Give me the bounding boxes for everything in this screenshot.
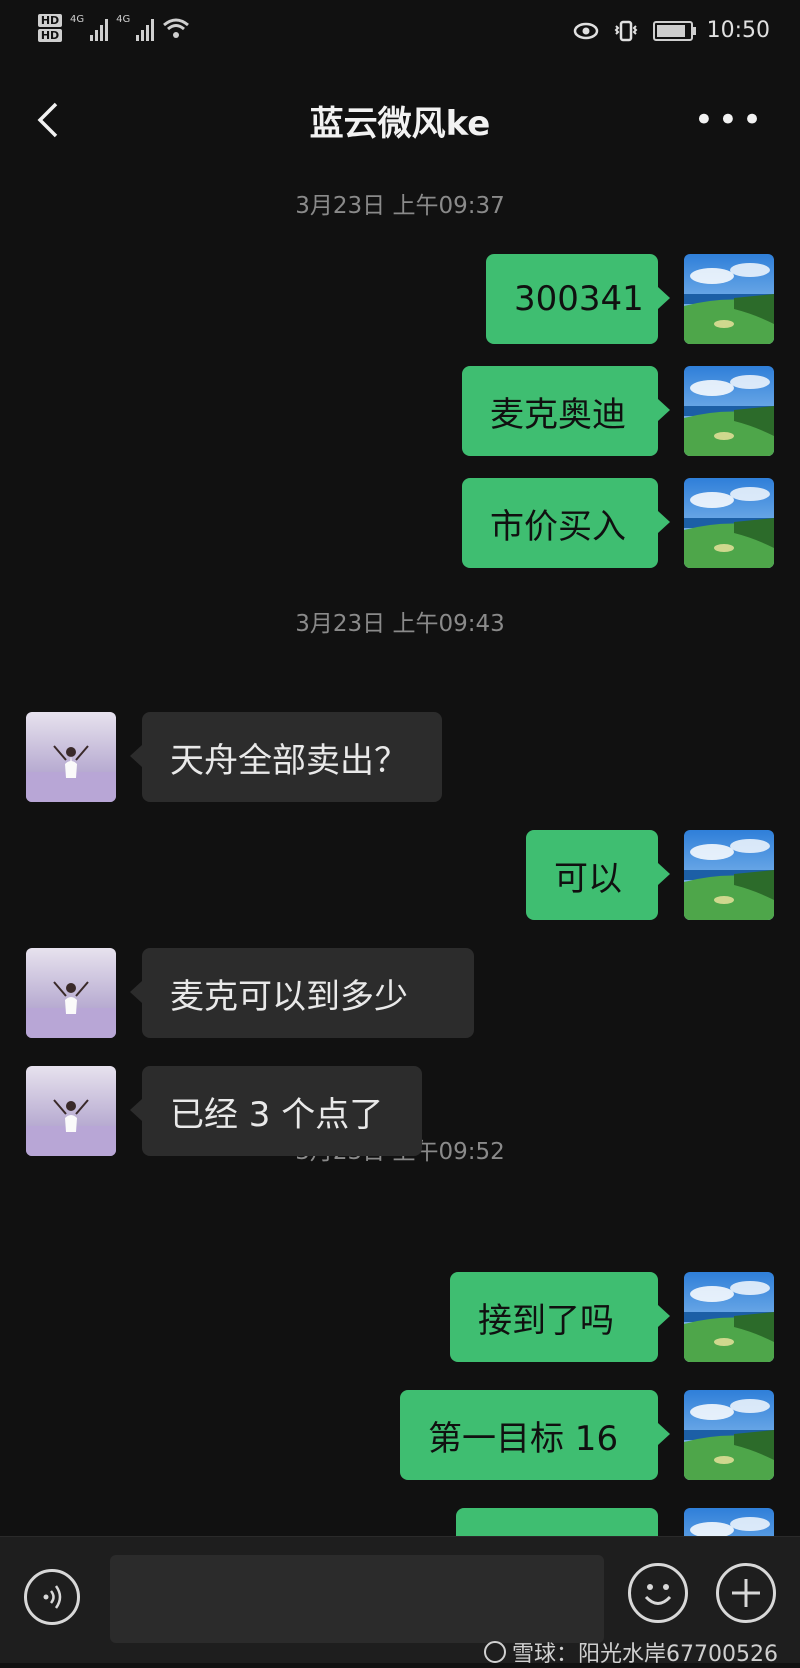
message-bubble-received[interactable]: 已经 3 个点了 bbox=[130, 1066, 422, 1156]
message-text: 300341 bbox=[514, 279, 644, 319]
message-timestamp: 3月23日 上午09:43 bbox=[295, 611, 505, 637]
avatar-self[interactable] bbox=[684, 366, 774, 456]
message-row: 麦克可以到多少 bbox=[0, 948, 800, 1040]
status-right: 10:50 bbox=[573, 18, 770, 43]
eye-icon bbox=[573, 22, 598, 39]
watermark: 雪球：阳光水岸67700526 bbox=[484, 1636, 778, 1668]
more-functions-button[interactable] bbox=[716, 1563, 776, 1623]
message-row: 市价买入 bbox=[0, 478, 800, 570]
hd-badges: HD HD bbox=[38, 14, 62, 42]
chat-title: 蓝云微风ke bbox=[309, 104, 491, 144]
message-row: 已经 3 个点了 bbox=[0, 1066, 800, 1158]
message-text: 麦克奥迪 bbox=[490, 394, 626, 435]
vibrate-icon bbox=[614, 20, 638, 41]
message-bubble-sent[interactable]: 第一目标 16 bbox=[400, 1390, 670, 1480]
message-text: 麦克可以到多少 bbox=[170, 976, 408, 1017]
signal-icon bbox=[90, 15, 109, 41]
message-bubble-received[interactable]: 麦克可以到多少 bbox=[130, 948, 474, 1038]
message-text: 已经 3 个点了 bbox=[170, 1094, 384, 1135]
avatar-self[interactable] bbox=[684, 1272, 774, 1362]
message-text: 可以 bbox=[554, 858, 622, 899]
more-options-icon[interactable]: ••• bbox=[694, 103, 766, 137]
message-row: 300341 bbox=[0, 254, 800, 346]
voice-input-button[interactable] bbox=[24, 1569, 80, 1625]
hd-badge-1: HD bbox=[38, 14, 62, 27]
message-bubble-sent[interactable]: 市价买入 bbox=[462, 478, 670, 568]
snowball-logo-icon bbox=[484, 1641, 507, 1663]
message-row: 麦克奥迪 bbox=[0, 366, 800, 458]
plus-icon bbox=[732, 1579, 760, 1607]
message-bubble-sent[interactable]: 可以 bbox=[526, 830, 670, 920]
clock: 10:50 bbox=[706, 18, 770, 43]
message-timestamp: 3月23日 上午09:37 bbox=[295, 193, 505, 219]
message-text: 第一目标 16 bbox=[428, 1418, 619, 1459]
message-bubble-sent[interactable]: 接到了吗 bbox=[450, 1272, 670, 1362]
voice-icon bbox=[43, 1585, 62, 1609]
status-left: HD HD 4G 4G bbox=[38, 14, 190, 42]
avatar-self[interactable] bbox=[684, 830, 774, 920]
avatar-self[interactable] bbox=[684, 254, 774, 344]
message-bubble-received[interactable]: 天舟全部卖出？ bbox=[130, 712, 442, 802]
chat-header: 蓝云微风ke ••• bbox=[0, 72, 800, 182]
message-row: 接到了吗 bbox=[0, 1272, 800, 1364]
smiley-icon bbox=[644, 1584, 672, 1605]
message-text: 接到了吗 bbox=[478, 1300, 614, 1341]
message-row: 第一目标 16 bbox=[0, 1390, 800, 1482]
avatar-self[interactable] bbox=[684, 478, 774, 568]
avatar-contact[interactable] bbox=[26, 712, 116, 802]
hd-badge-2: HD bbox=[38, 29, 62, 42]
status-bar: HD HD 4G 4G 10:50 bbox=[0, 0, 800, 72]
message-text: 市价买入 bbox=[490, 506, 626, 547]
wifi-icon bbox=[163, 18, 190, 38]
watermark-text: 雪球：阳光水岸67700526 bbox=[512, 1642, 778, 1667]
signal-icon-2 bbox=[136, 15, 155, 41]
message-text: 天舟全部卖出？ bbox=[170, 740, 408, 781]
message-row: 天舟全部卖出？ bbox=[0, 712, 800, 804]
battery-icon bbox=[652, 20, 696, 41]
message-row: 可以 bbox=[0, 830, 800, 922]
avatar-contact[interactable] bbox=[26, 1066, 116, 1156]
emoji-button[interactable] bbox=[628, 1563, 688, 1623]
message-bubble-sent[interactable]: 300341 bbox=[486, 254, 670, 344]
network-label-1: 4G bbox=[70, 14, 85, 25]
message-input[interactable] bbox=[110, 1555, 604, 1643]
network-label-2: 4G bbox=[116, 14, 131, 25]
message-bubble-sent[interactable]: 麦克奥迪 bbox=[462, 366, 670, 456]
avatar-self[interactable] bbox=[684, 1390, 774, 1480]
avatar-contact[interactable] bbox=[26, 948, 116, 1038]
